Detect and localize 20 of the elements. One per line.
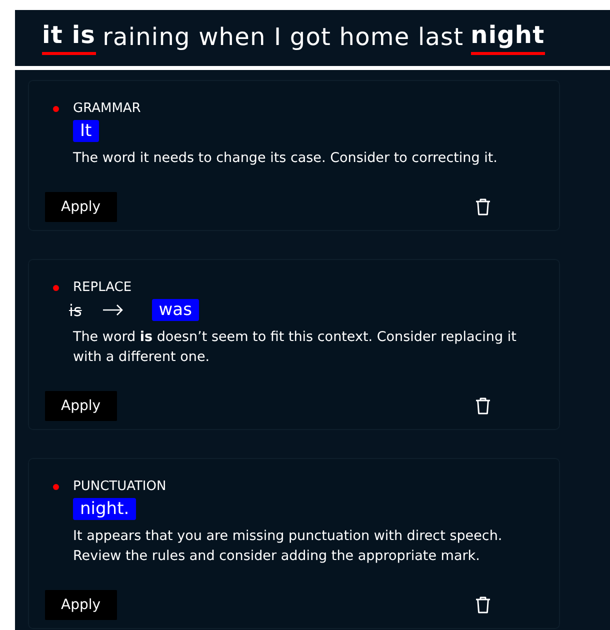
suggestion-description: It appears that you are missing punctuation with direct speech. Review the rules and consider adding the appropriate mark. <box>73 527 504 566</box>
category-label: GRAMMAR <box>73 101 141 116</box>
apply-button[interactable]: Apply <box>45 192 117 222</box>
original-word: is <box>69 300 82 320</box>
replacement-word[interactable]: It <box>73 120 99 142</box>
sentence-text: raining when I got home last <box>102 22 464 52</box>
apply-button[interactable]: Apply <box>45 590 117 620</box>
arrow-icon <box>102 304 124 316</box>
flagged-word: it is <box>42 21 96 55</box>
suggestion-description: The word is doesn’t seem to fit this context. Consider replacing it with a different one. <box>73 328 518 367</box>
delete-icon[interactable] <box>475 397 491 415</box>
replacement-word[interactable]: was <box>152 299 199 321</box>
category-label: REPLACE <box>73 280 132 295</box>
replacement-word[interactable]: night. <box>73 498 136 520</box>
flagged-word: night <box>470 21 545 55</box>
category-label: PUNCTUATION <box>73 479 166 494</box>
delete-icon[interactable] <box>475 596 491 614</box>
delete-icon[interactable] <box>475 198 491 216</box>
suggestion-description: The word it needs to change its case. Consider to correcting it. <box>73 149 498 168</box>
apply-button[interactable]: Apply <box>45 391 117 421</box>
